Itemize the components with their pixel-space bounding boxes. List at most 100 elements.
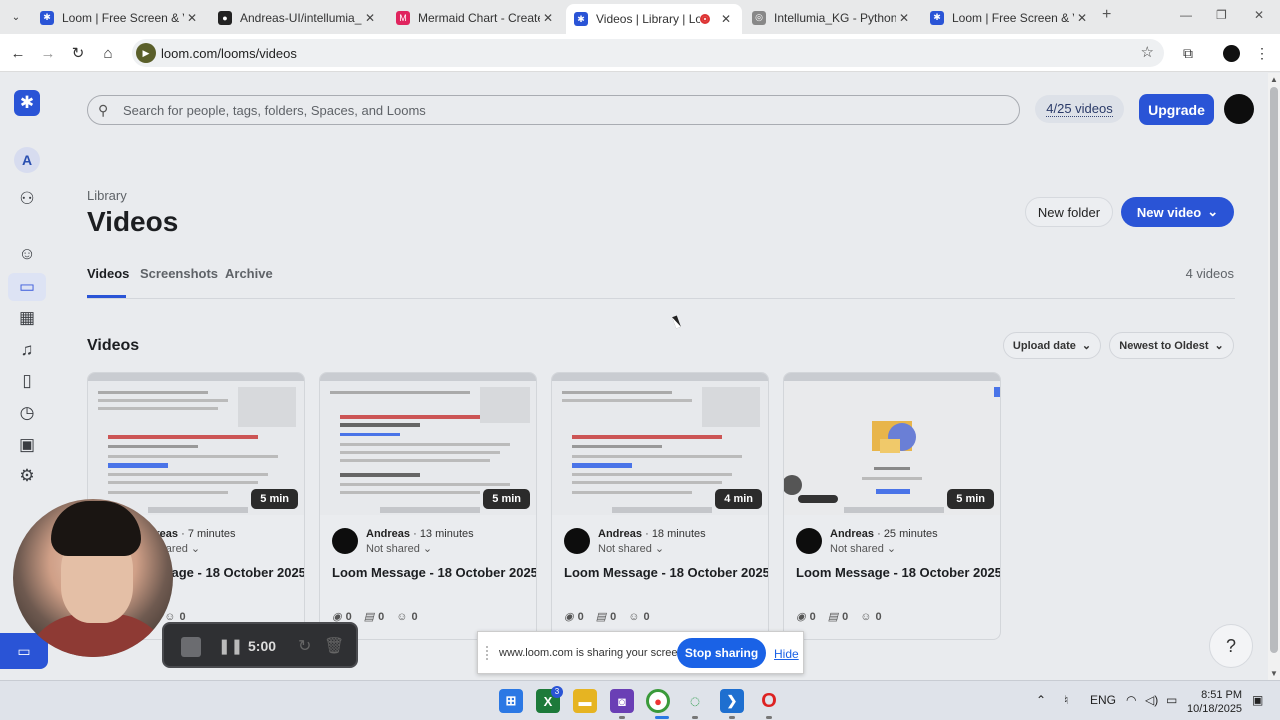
upgrade-button[interactable]: Upgrade — [1139, 94, 1214, 125]
new-tab-icon[interactable]: + — [1102, 6, 1111, 24]
camera-bubble[interactable] — [13, 499, 173, 657]
close-tab-icon[interactable]: ✕ — [1074, 11, 1090, 25]
new-video-button[interactable]: New video ⌄ — [1121, 197, 1234, 227]
taskbar-clock[interactable]: 8:51 PM 10/18/2025 — [1187, 688, 1242, 716]
back-icon[interactable]: ← — [8, 43, 28, 63]
search-input[interactable] — [123, 101, 1003, 119]
file-explorer-icon[interactable]: ▬ — [573, 689, 597, 713]
hide-link[interactable]: Hide — [774, 647, 799, 661]
video-card[interactable]: 5 min Andreas · 25 minutes Not shared ⌄ … — [783, 372, 1001, 640]
battery-icon[interactable]: ▭ — [1166, 693, 1177, 707]
restart-icon[interactable]: ↻ — [298, 636, 311, 656]
search-bar[interactable]: ⚲ — [87, 95, 1020, 125]
language-indicator[interactable]: ENG — [1090, 693, 1116, 707]
workspace-avatar[interactable]: A — [14, 147, 40, 173]
microphone-icon[interactable]: ♮ — [1064, 693, 1068, 707]
browser-profile-avatar[interactable] — [1223, 45, 1240, 62]
bookmark-star-icon[interactable]: ☆ — [1141, 43, 1154, 61]
video-thumbnail[interactable]: 5 min — [320, 373, 536, 515]
address-bar: ← → ↻ ⌂ ▶ loom.com/looms/videos ☆ ⧉ ⋮ — [0, 34, 1280, 72]
stop-recording-button[interactable] — [181, 637, 201, 657]
scrollbar-thumb[interactable] — [1270, 87, 1278, 653]
help-button[interactable]: ? — [1209, 624, 1253, 668]
chevron-down-icon: ⌄ — [1207, 204, 1219, 219]
reload-icon[interactable]: ↻ — [68, 43, 88, 63]
photo-app-icon[interactable]: ◙ — [610, 689, 634, 713]
stop-sharing-button[interactable]: Stop sharing — [677, 638, 766, 668]
browser-menu-icon[interactable]: ⋮ — [1252, 43, 1272, 63]
github-favicon-icon: ● — [218, 10, 232, 25]
video-title[interactable]: Loom Message - 18 October 2025 — [796, 565, 1000, 580]
history-clock-icon[interactable]: ◷ — [16, 402, 38, 424]
loom-logo-icon[interactable]: ✱ — [14, 90, 40, 116]
close-tab-icon[interactable]: ✕ — [362, 11, 378, 25]
video-thumbnail[interactable]: 5 min — [88, 373, 304, 515]
vscode-icon[interactable]: ❯ — [720, 689, 744, 713]
browser-tab-2[interactable]: ● Andreas-UI/intellumia_kg ✕ — [210, 4, 386, 31]
forward-icon[interactable]: → — [38, 43, 58, 63]
wifi-icon[interactable]: ◠ — [1126, 693, 1136, 707]
video-usage-counter[interactable]: 4/25 videos — [1035, 95, 1124, 123]
scroll-down-icon[interactable]: ▼ — [1270, 669, 1278, 678]
tab-videos[interactable]: Videos — [87, 266, 129, 281]
tab-screenshots[interactable]: Screenshots — [140, 266, 218, 281]
windows-start-icon[interactable]: ⊞ — [499, 689, 523, 713]
close-tab-icon[interactable]: ✕ — [718, 12, 734, 26]
comment-icon: ▤ — [363, 611, 375, 623]
browser-tab-3[interactable]: M Mermaid Chart - Create co ✕ — [388, 4, 564, 31]
url-field[interactable]: ▶ loom.com/looms/videos ☆ — [132, 39, 1164, 67]
browser-tab-1[interactable]: ✱ Loom | Free Screen & Vide ✕ — [32, 4, 208, 31]
sharing-status-dropdown[interactable]: Not shared ⌄ — [830, 542, 896, 555]
video-card[interactable]: 5 min Andreas · 13 minutes Not shared ⌄ … — [319, 372, 537, 640]
drag-handle-icon[interactable] — [486, 646, 490, 660]
tab-archive[interactable]: Archive — [225, 266, 273, 281]
extensions-icon[interactable]: ⧉ — [1178, 43, 1198, 63]
breadcrumb[interactable]: Library — [87, 188, 127, 203]
close-tab-icon[interactable]: ✕ — [184, 11, 200, 25]
page-scrollbar[interactable]: ▲ ▼ — [1268, 73, 1280, 680]
reactions-count: 0 — [875, 610, 882, 623]
video-title[interactable]: Loom Message - 18 October 2025 — [564, 565, 768, 580]
opera-icon[interactable]: O — [757, 689, 781, 713]
scroll-up-icon[interactable]: ▲ — [1270, 75, 1278, 84]
library-icon[interactable]: ▭ — [16, 276, 38, 298]
browser-tab-6[interactable]: ✱ Loom | Free Screen & Vide ✕ — [922, 4, 1098, 31]
sharing-status-dropdown[interactable]: Not shared ⌄ — [366, 542, 432, 555]
loading-app-icon[interactable]: ◌ — [683, 689, 707, 713]
new-folder-button[interactable]: New folder — [1025, 197, 1113, 227]
calendar-icon[interactable]: ▦ — [16, 307, 38, 329]
video-thumbnail[interactable]: 4 min — [552, 373, 768, 515]
tray-overflow-icon[interactable]: ⌃ — [1036, 693, 1046, 707]
close-window-icon[interactable]: ✕ — [1254, 8, 1264, 22]
bookmark-icon[interactable]: ▯ — [16, 370, 38, 392]
home-icon[interactable]: ⌂ — [98, 43, 118, 63]
pause-icon[interactable]: ❚❚ — [218, 637, 243, 655]
site-info-icon[interactable]: ▶ — [136, 43, 156, 63]
video-card[interactable]: 4 min Andreas · 18 minutes Not shared ⌄ … — [551, 372, 769, 640]
settings-gear-icon[interactable]: ⚙ — [16, 465, 38, 487]
invite-people-icon[interactable]: ⚇ — [16, 188, 38, 210]
upload-time: 25 minutes — [883, 528, 938, 540]
video-title[interactable]: Loom Message - 18 October 2025 — [332, 565, 536, 580]
notification-center-icon[interactable]: ▣ — [1252, 693, 1263, 707]
sort-field-dropdown[interactable]: Upload date ⌄ — [1003, 332, 1101, 359]
notifications-bell-icon[interactable]: ♫ — [16, 339, 38, 361]
section-heading: Videos — [87, 337, 140, 354]
browser-tab-5[interactable]: ◎ Intellumia_KG - Python KG ✕ — [744, 4, 920, 31]
maximize-icon[interactable]: ❐ — [1216, 8, 1227, 22]
sharing-status: Not shared — [830, 543, 884, 555]
sort-order-dropdown[interactable]: Newest to Oldest ⌄ — [1109, 332, 1234, 359]
volume-icon[interactable]: ◁) — [1145, 693, 1158, 707]
tab-search-button[interactable]: ⌄ — [6, 8, 26, 26]
video-thumbnail[interactable]: 5 min — [784, 373, 1000, 515]
chrome-icon[interactable]: ● — [646, 689, 670, 713]
close-tab-icon[interactable]: ✕ — [540, 11, 556, 25]
close-tab-icon[interactable]: ✕ — [896, 11, 912, 25]
user-avatar[interactable] — [1224, 94, 1254, 124]
sharing-status-dropdown[interactable]: Not shared ⌄ — [598, 542, 664, 555]
profile-icon[interactable]: ☺ — [16, 243, 38, 265]
browser-tab-4-active[interactable]: ✱ Videos | Library | Loom ✕ — [566, 4, 742, 34]
minimize-icon[interactable]: — — [1180, 8, 1192, 22]
trash-icon[interactable]: 🗑 — [324, 636, 344, 656]
gift-icon[interactable]: ▣ — [16, 434, 38, 456]
